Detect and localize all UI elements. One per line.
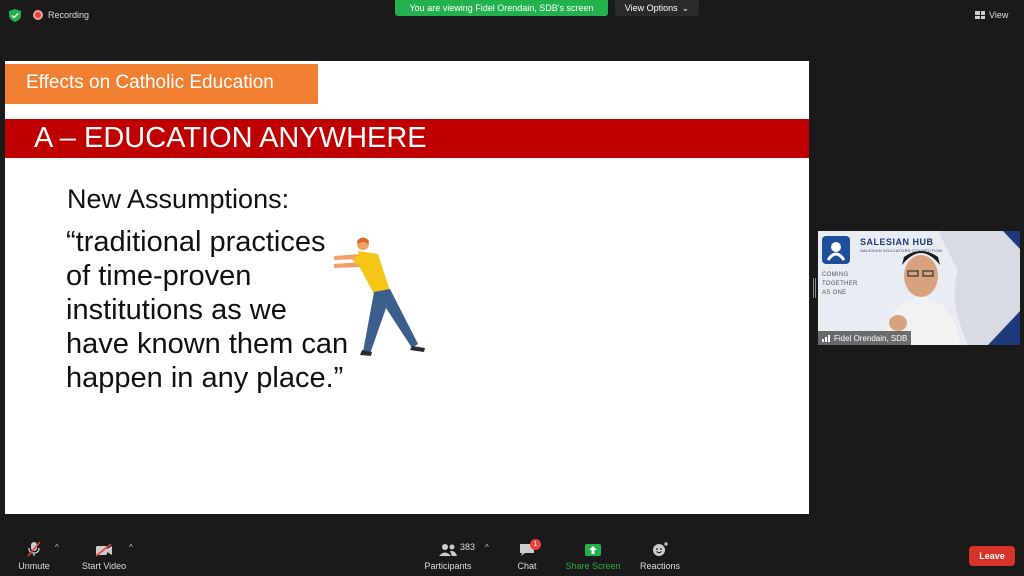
grid-view-icon bbox=[975, 11, 985, 19]
start-video-button[interactable]: Start Video bbox=[78, 534, 130, 576]
slide-tab-title: Effects on Catholic Education bbox=[5, 64, 318, 104]
reactions-icon bbox=[653, 542, 668, 556]
share-screen-button[interactable]: Share Screen bbox=[564, 534, 622, 576]
unmute-label: Unmute bbox=[18, 561, 50, 571]
leave-button[interactable]: Leave bbox=[969, 546, 1015, 566]
tagline-line-2: TOGETHER bbox=[822, 281, 858, 287]
pushing-man-illustration bbox=[334, 237, 425, 356]
video-tile-subtitle: SALESIAN EDUCATORS CONNECTION bbox=[860, 248, 943, 253]
shield-icon[interactable] bbox=[9, 9, 21, 22]
video-off-icon bbox=[95, 543, 112, 557]
recording-label: Recording bbox=[48, 10, 90, 20]
slide-band-title: A – EDUCATION ANYWHERE bbox=[5, 119, 809, 158]
participants-button[interactable]: Participants bbox=[423, 534, 473, 576]
video-options-caret-icon[interactable]: ^ bbox=[129, 543, 133, 552]
recording-indicator[interactable]: Recording bbox=[33, 7, 89, 23]
shared-screen: Effects on Catholic Education A – EDUCAT… bbox=[5, 61, 809, 514]
slide-subtitle: New Assumptions: bbox=[67, 184, 290, 214]
participants-options-caret-icon[interactable]: ^ bbox=[485, 543, 489, 552]
share-screen-label: Share Screen bbox=[565, 561, 621, 571]
view-button[interactable]: View bbox=[975, 7, 1017, 23]
chat-label: Chat bbox=[517, 561, 537, 571]
view-label: View bbox=[989, 10, 1009, 20]
share-screen-icon bbox=[585, 544, 601, 556]
chat-notification-badge: 1 bbox=[530, 539, 541, 550]
salesian-hub-logo bbox=[822, 236, 850, 264]
muted-microphone-icon bbox=[27, 541, 41, 557]
participants-label: Participants bbox=[424, 561, 472, 571]
video-tile-title: SALESIAN HUB bbox=[860, 237, 934, 247]
unmute-button[interactable]: Unmute bbox=[15, 534, 53, 576]
view-options-label: View Options bbox=[624, 3, 678, 13]
bottom-toolbar: Unmute ^ Start Video ^ Participants 383 … bbox=[0, 534, 1024, 576]
participant-video-tile[interactable]: SALESIAN HUB SALESIAN EDUCATORS CONNECTI… bbox=[818, 231, 1020, 345]
view-options-button[interactable]: View Options ⌄ bbox=[615, 0, 699, 16]
participants-count: 383 bbox=[460, 542, 476, 552]
audio-options-caret-icon[interactable]: ^ bbox=[55, 543, 59, 552]
tagline-line-1: COMING bbox=[822, 272, 849, 278]
participant-name-label: Fidel Orendain, SDB bbox=[818, 331, 912, 345]
chevron-down-icon: ⌄ bbox=[681, 2, 690, 13]
tagline-line-3: AS ONE bbox=[822, 290, 847, 296]
start-video-label: Start Video bbox=[81, 561, 127, 571]
record-icon bbox=[33, 10, 43, 20]
reactions-button[interactable]: Reactions bbox=[638, 534, 682, 576]
slide-quote: “traditional practices of time-proven in… bbox=[66, 226, 349, 394]
participant-name: Fidel Orendain, SDB bbox=[834, 333, 908, 343]
panel-resize-handle[interactable] bbox=[813, 278, 816, 298]
reactions-label: Reactions bbox=[639, 561, 681, 571]
signal-strength-icon bbox=[822, 334, 830, 342]
top-bar: Recording You are viewing Fidel Orendain… bbox=[0, 0, 1024, 30]
participants-icon bbox=[439, 544, 457, 556]
video-tile-tagline: COMING TOGETHER AS ONE bbox=[822, 271, 858, 298]
viewing-banner: You are viewing Fidel Orendain, SDB's sc… bbox=[395, 0, 608, 16]
